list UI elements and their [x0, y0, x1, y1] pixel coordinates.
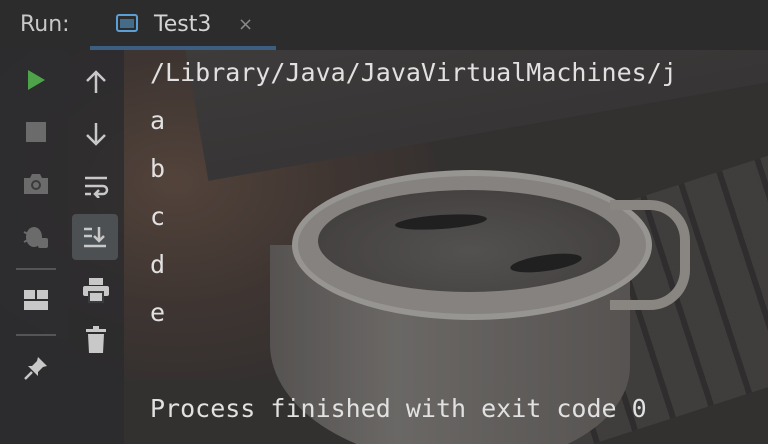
- run-tab-test3[interactable]: Test3 ×: [90, 0, 276, 50]
- camera-icon[interactable]: [14, 162, 58, 206]
- run-label: Run:: [20, 12, 70, 37]
- tab-title: Test3: [154, 12, 212, 37]
- trash-icon[interactable]: [74, 318, 118, 362]
- stop-icon[interactable]: [14, 110, 58, 154]
- console-line: a: [150, 106, 166, 135]
- close-tab-icon[interactable]: ×: [238, 14, 253, 35]
- console-line: b: [150, 154, 166, 183]
- toolbar-separator: [16, 268, 56, 270]
- arrow-down-icon[interactable]: [74, 112, 118, 156]
- debug-icon[interactable]: [14, 214, 58, 258]
- console-line: /Library/Java/JavaVirtualMachines/j: [150, 58, 677, 87]
- arrow-up-icon[interactable]: [74, 60, 118, 104]
- console-line: d: [150, 250, 166, 279]
- run-tool-window-header: Run: Test3 ×: [0, 0, 768, 50]
- run-config-icon: [116, 14, 138, 32]
- console-line: Process finished with exit code 0: [150, 394, 647, 423]
- console-line: c: [150, 202, 166, 231]
- console-line: e: [150, 298, 166, 327]
- print-icon[interactable]: [74, 268, 118, 312]
- soft-wrap-icon[interactable]: [74, 164, 118, 208]
- scroll-to-end-icon[interactable]: [72, 214, 118, 260]
- pin-icon[interactable]: [14, 346, 58, 390]
- run-actions-toolbar: [0, 50, 68, 444]
- console-output[interactable]: /Library/Java/JavaVirtualMachines/j a b …: [124, 50, 768, 444]
- layout-icon[interactable]: [14, 278, 58, 322]
- console-actions-toolbar: [68, 50, 124, 444]
- toolbar-separator: [16, 334, 56, 336]
- run-icon[interactable]: [14, 58, 58, 102]
